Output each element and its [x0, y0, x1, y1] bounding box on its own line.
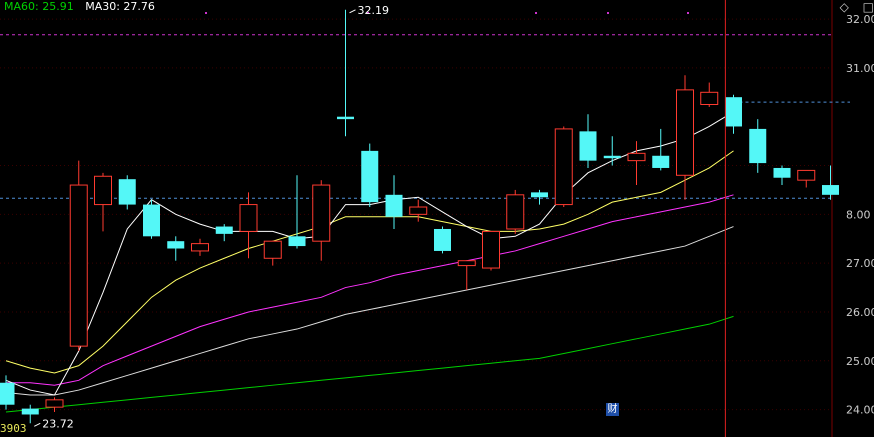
- ma30-label: MA30: 27.76: [85, 0, 155, 13]
- y-tick-label: 26.00: [846, 306, 874, 319]
- diamond-icon[interactable]: ◇: [840, 0, 849, 14]
- candle-body-up: [409, 206, 428, 215]
- candle-body-up: [94, 175, 112, 206]
- candle-body-up: [554, 128, 573, 206]
- candle-body-down: [652, 155, 670, 168]
- y-tick-label: 24.00: [846, 404, 874, 417]
- finance-badge-icon[interactable]: 财: [606, 403, 619, 416]
- candle-body-up: [69, 184, 88, 347]
- candle-body-up: [482, 230, 500, 269]
- candle-body-up: [506, 194, 525, 230]
- candle-body-down: [579, 131, 597, 161]
- candle-body-down: [337, 116, 354, 120]
- candle-body-up: [676, 89, 694, 176]
- candle-body-down: [749, 128, 767, 164]
- candle-body-down: [385, 194, 403, 217]
- candle-body-up: [191, 243, 209, 252]
- ma60-label: MA60: 25.91: [4, 0, 74, 13]
- candle-body-up: [312, 184, 331, 242]
- annotation-arrow: [34, 422, 41, 427]
- candle-body-up: [700, 91, 719, 106]
- kline-chart-panel[interactable]: 32.00 31.00 8.00 27.00 26.00 25.00 24.00 32.19 2…: [0, 0, 874, 437]
- candlestick-chart[interactable]: 32.00 31.00 8.00 27.00 26.00 25.00 24.00 32.19 2…: [0, 0, 874, 437]
- candle-body-down: [21, 408, 39, 415]
- candle-body-down: [118, 179, 136, 205]
- candle-body-up: [797, 169, 816, 181]
- candle-body-down: [361, 150, 379, 203]
- signal-marker: [607, 12, 609, 14]
- candle-body-down: [773, 167, 791, 178]
- annotation-arrow: [349, 9, 356, 14]
- candle-body-up: [627, 152, 646, 162]
- y-tick-label: 32.00: [846, 13, 874, 26]
- candle-body-up: [263, 240, 282, 259]
- candle-body-down: [531, 192, 548, 198]
- candle-body-down: [434, 228, 451, 251]
- candle-body-down: [288, 236, 306, 247]
- candle-body-down: [0, 382, 15, 405]
- ma20-line: [6, 194, 734, 386]
- signal-marker: [205, 12, 207, 14]
- signal-marker: [535, 12, 537, 14]
- candle-body-down: [822, 185, 839, 195]
- y-tick-label: 31.00: [846, 62, 874, 75]
- y-tick-label: 8.00: [846, 208, 871, 221]
- candle-body-down: [167, 241, 185, 249]
- candle-body-up: [457, 260, 476, 267]
- candle-body-up: [239, 204, 258, 232]
- annotation-label: 23.72: [42, 417, 74, 430]
- stock-code-label: 3903: [0, 422, 27, 435]
- candle-body-down: [725, 97, 742, 127]
- ma60-line: [5, 315, 734, 413]
- candle-body-down: [603, 155, 621, 159]
- candle-body-down: [215, 226, 233, 234]
- signal-marker: [687, 12, 689, 14]
- ma-legend: MA60: 25.91 MA30: 27.76: [4, 0, 163, 13]
- y-tick-label: 25.00: [846, 355, 874, 368]
- ma30-line: [5, 226, 734, 396]
- close-icon[interactable]: □: [863, 0, 874, 14]
- chart-toolbar: ◇ □: [830, 0, 874, 14]
- candle-body-up: [45, 399, 64, 408]
- y-tick-label: 27.00: [846, 257, 874, 270]
- annotation-label: 32.19: [358, 4, 390, 17]
- candle-body-down: [143, 204, 160, 237]
